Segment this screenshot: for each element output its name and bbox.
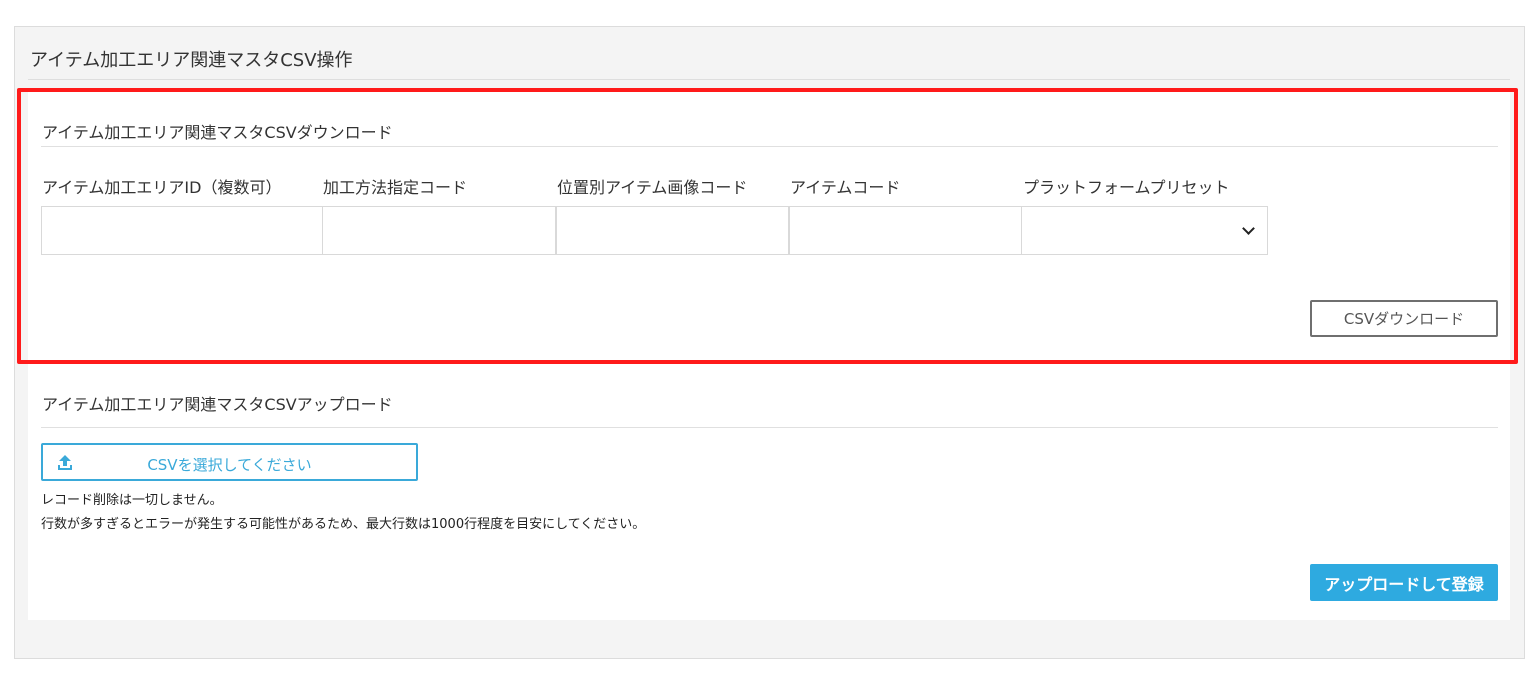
panel-body — [28, 92, 1510, 620]
panel-title: アイテム加工エリア関連マスタCSV操作 — [30, 50, 353, 71]
max-rows-note: 行数が多すぎるとエラーが発生する可能性があるため、最大行数は1000行程度を目安… — [41, 517, 646, 532]
processing-area-id-label: アイテム加工エリアID（複数可） — [42, 178, 282, 197]
download-section-divider — [41, 146, 1498, 147]
upload-register-button[interactable]: アップロードして登録 — [1310, 564, 1498, 601]
upload-section-divider — [41, 427, 1498, 428]
item-code-label: アイテムコード — [790, 178, 901, 197]
chevron-down-icon — [1242, 222, 1255, 235]
no-delete-note: レコード削除は一切しません。 — [41, 493, 223, 508]
csv-download-button[interactable]: CSVダウンロード — [1310, 300, 1498, 337]
csv-file-select-button[interactable]: CSVを選択してください — [41, 443, 418, 481]
download-section-title: アイテム加工エリア関連マスタCSVダウンロード — [42, 123, 393, 142]
processing-method-code-input[interactable] — [322, 206, 556, 255]
position-image-code-label: 位置別アイテム画像コード — [557, 178, 748, 197]
platform-preset-select[interactable] — [1021, 206, 1268, 255]
position-image-code-input[interactable] — [556, 206, 789, 255]
processing-method-code-label: 加工方法指定コード — [323, 178, 468, 197]
item-code-input[interactable] — [789, 206, 1022, 255]
csv-file-select-label: CSVを選択してください — [147, 456, 312, 474]
title-divider — [28, 79, 1510, 80]
processing-area-id-input[interactable] — [41, 206, 323, 255]
upload-section-title: アイテム加工エリア関連マスタCSVアップロード — [42, 395, 393, 414]
platform-preset-label: プラットフォームプリセット — [1023, 178, 1230, 197]
